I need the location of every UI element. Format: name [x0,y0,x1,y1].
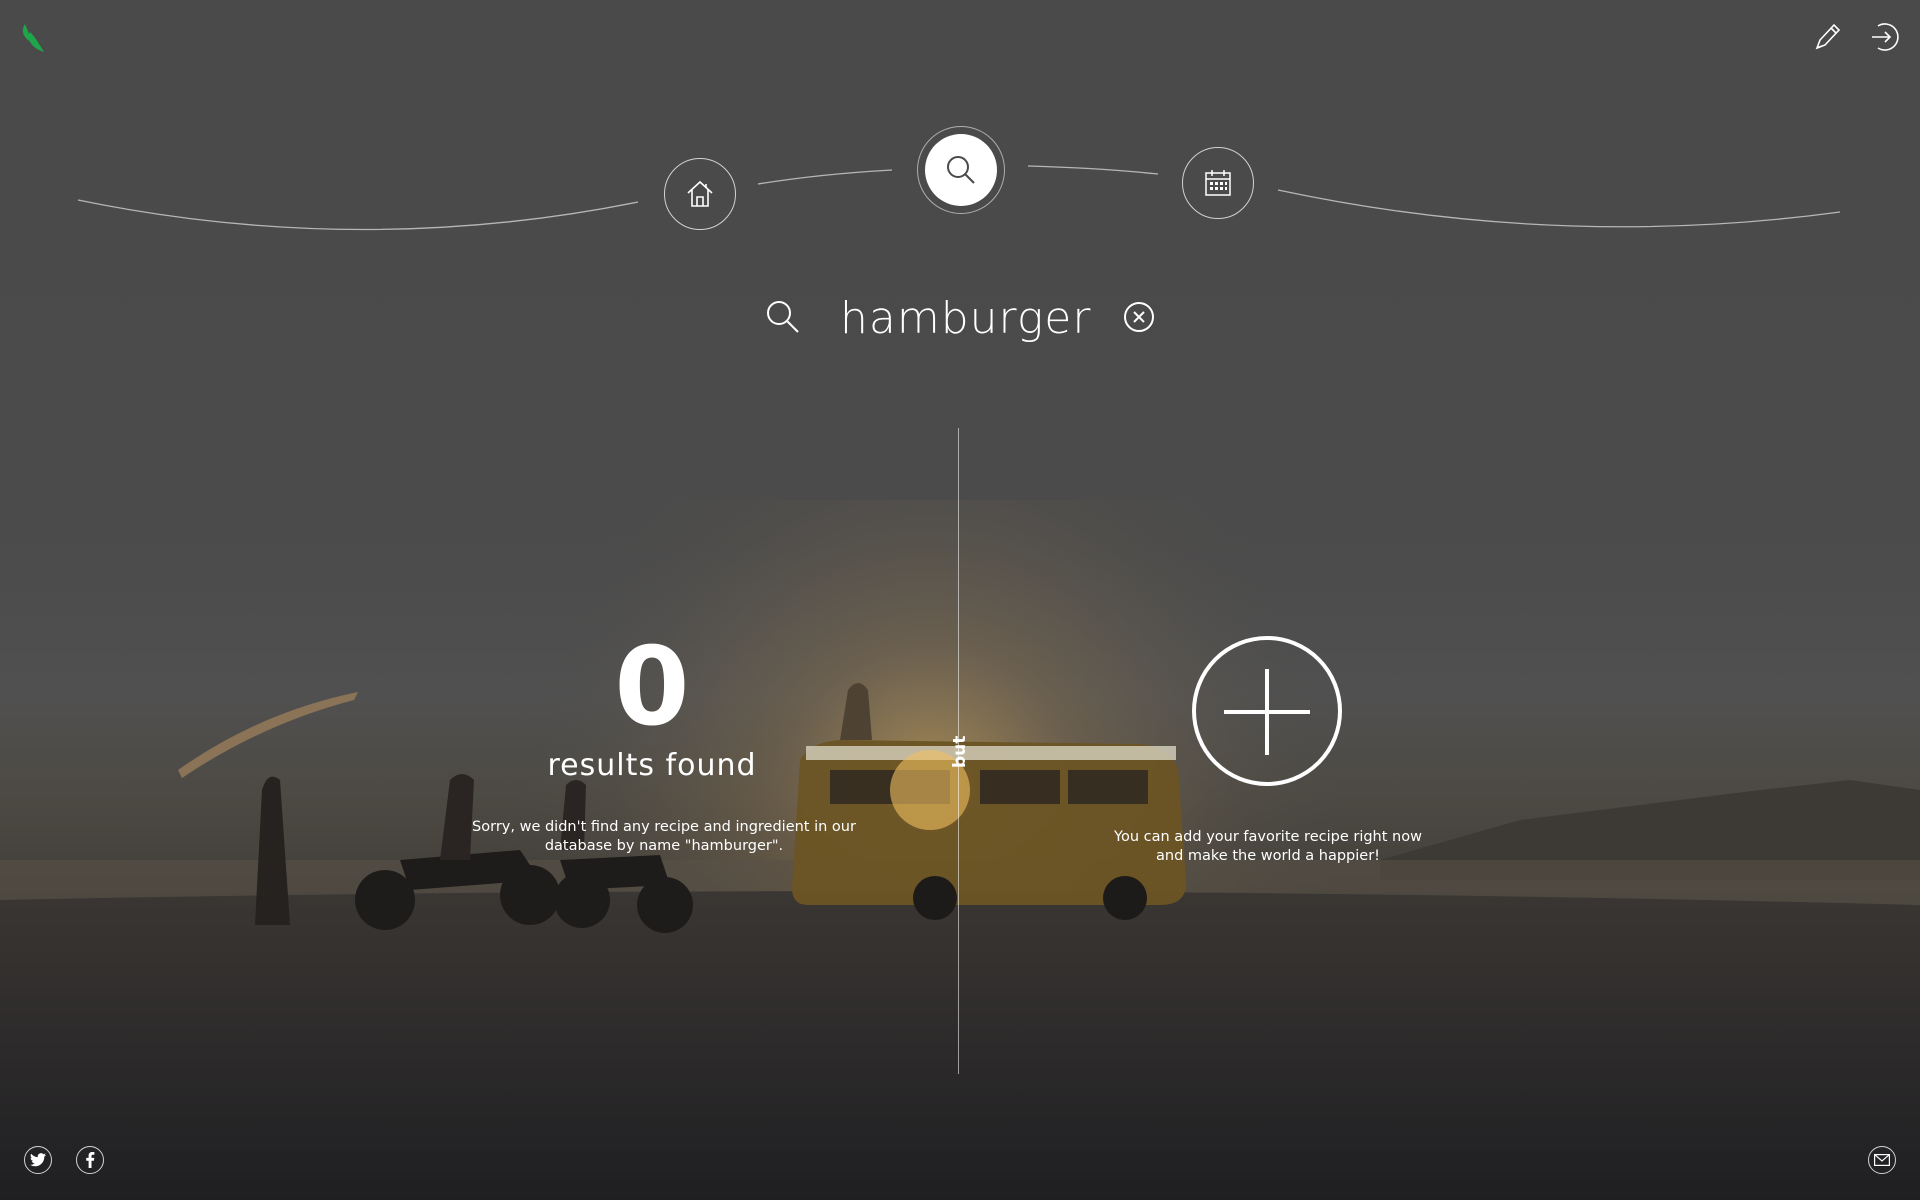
search-icon[interactable] [764,298,802,341]
mail-icon[interactable] [1868,1146,1896,1174]
results-count: 0 [614,625,690,750]
twitter-icon[interactable] [24,1146,52,1174]
search-input[interactable] [840,288,1170,348]
plus-icon-vertical [1265,669,1269,755]
nav-search-active [925,134,997,206]
results-count-label: results found [547,748,757,783]
nav-home-button[interactable] [664,158,736,230]
nav-calendar-button[interactable] [1182,147,1254,219]
main-navigation [0,110,1920,250]
add-recipe-message: You can add your favorite recipe right n… [1098,828,1438,866]
divider-label: but [950,735,970,768]
close-circle-icon[interactable] [1122,300,1156,339]
add-recipe-message-line2: and make the world a happier! [1156,848,1380,864]
pencil-icon[interactable] [1810,20,1844,54]
leaf-logo-icon[interactable] [18,22,48,56]
search-icon [947,156,975,184]
search-bar [760,288,1170,348]
no-results-message: Sorry, we didn't find any recipe and ing… [472,819,856,854]
header-actions [1810,20,1900,54]
home-icon [687,180,713,207]
add-recipe-message-line1: You can add your favorite recipe right n… [1114,829,1422,845]
calendar-icon [1205,170,1231,196]
add-recipe-button[interactable] [1192,636,1342,786]
facebook-icon[interactable] [76,1146,104,1174]
social-links [24,1146,104,1174]
sign-out-icon[interactable] [1866,20,1900,54]
nav-search-button[interactable] [917,126,1005,214]
